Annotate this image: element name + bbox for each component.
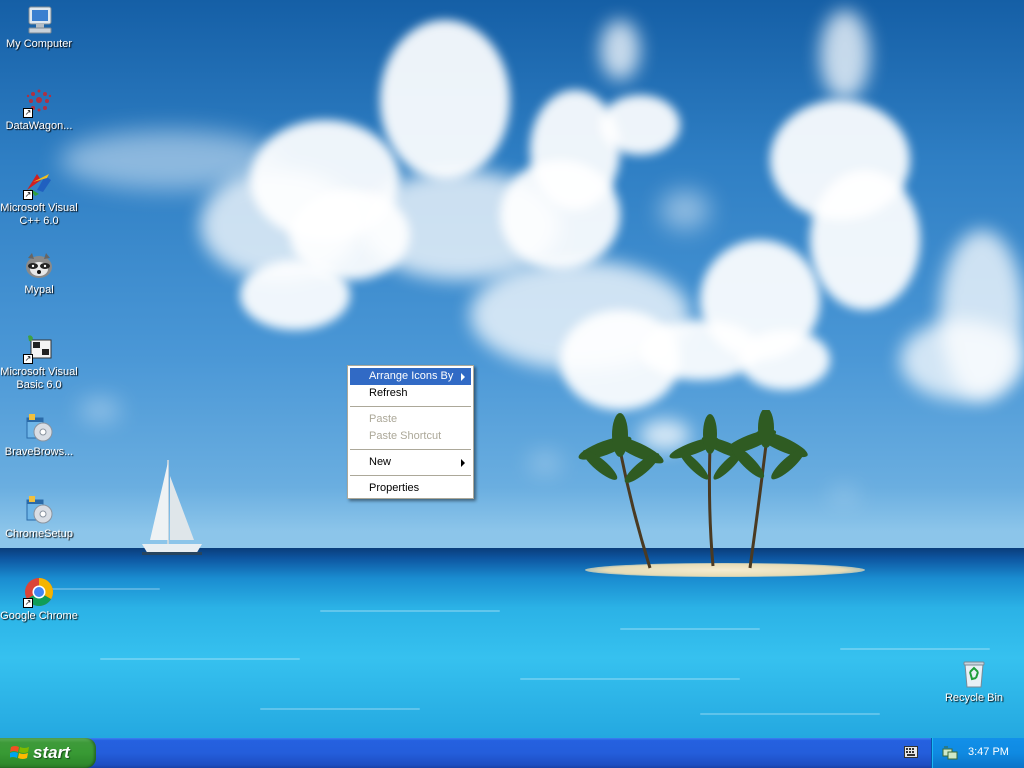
keyboard-language-icon[interactable] [904,746,918,758]
menu-item-paste-shortcut[interactable]: Paste Shortcut [350,428,471,445]
desktop-icon-label: Google Chrome [0,610,78,622]
palm-trees [578,410,808,569]
system-tray: 3:47 PM [931,738,1024,768]
menu-item-new[interactable]: New [350,454,471,471]
menu-item-properties[interactable]: Properties [350,480,471,497]
installer-icon [23,494,55,526]
desktop-icon-label: Mypal [24,284,54,296]
menu-item-label: Paste [369,413,398,425]
submenu-arrow-icon [461,459,465,467]
desktop-icon-label: My Computer [5,38,73,50]
desktop-icon-chromesetup[interactable]: ChromeSetup [0,494,78,541]
clock[interactable]: 3:47 PM [968,746,1009,758]
mypal-icon [23,250,55,282]
desktop-icon-label: Microsoft Visual Basic 6.0 [0,366,78,391]
desktop-wallpaper[interactable] [0,0,1024,738]
desktop-icon-google-chrome[interactable]: ↗ Google Chrome [0,576,78,623]
sea [0,548,1024,738]
menu-item-label: Arrange Icons By [369,370,454,382]
chrome-icon: ↗ [23,576,55,608]
shortcut-arrow-icon: ↗ [23,354,33,364]
start-button[interactable]: start [0,738,96,768]
desktop-icon-label: BraveBrows... [4,446,74,458]
shortcut-arrow-icon: ↗ [23,190,33,200]
menu-separator [350,475,471,476]
menu-item-label: Properties [369,482,420,494]
start-label: start [33,743,70,762]
desktop-icon-label: Microsoft Visual C++ 6.0 [0,202,78,227]
desktop-icon-label: Recycle Bin [944,692,1004,704]
shortcut-arrow-icon: ↗ [23,598,33,608]
submenu-arrow-icon [461,373,465,381]
menu-separator [350,449,471,450]
datawagon-icon: ↗ [23,86,55,118]
windows-logo-icon [10,746,29,759]
desktop-context-menu: Arrange Icons By Refresh Paste Paste Sho… [347,365,474,499]
desktop-icon-mypal[interactable]: Mypal [0,250,78,297]
visual-basic-icon: ↗ [23,332,55,364]
taskbar: start 3:47 PM [0,738,1024,768]
menu-item-paste[interactable]: Paste [350,411,471,428]
desktop-icon-my-computer[interactable]: My Computer [0,4,78,51]
menu-item-label: Refresh [369,387,408,399]
menu-separator [350,406,471,407]
desktop-icon-visual-basic[interactable]: ↗ Microsoft Visual Basic 6.0 [0,332,78,392]
network-icon[interactable] [942,745,958,761]
recycle-bin-icon [958,658,990,690]
my-computer-icon [23,4,55,36]
desktop-icon-label: DataWagon... [5,120,73,132]
desktop-icon-bravebrowser-setup[interactable]: BraveBrows... [0,412,78,459]
menu-item-label: Paste Shortcut [369,430,442,442]
menu-item-label: New [369,456,392,468]
desktop-icon-label: ChromeSetup [5,528,73,540]
menu-item-refresh[interactable]: Refresh [350,385,471,402]
sailboat [142,460,202,555]
desktop-icon-visual-cpp[interactable]: ↗ Microsoft Visual C++ 6.0 [0,168,78,228]
desktop-icon-datawagon[interactable]: ↗ DataWagon... [0,86,78,133]
desktop-icon-recycle-bin[interactable]: Recycle Bin [935,658,1013,705]
shortcut-arrow-icon: ↗ [23,108,33,118]
visual-cpp-icon: ↗ [23,168,55,200]
installer-icon [23,412,55,444]
menu-item-arrange-icons-by[interactable]: Arrange Icons By [350,368,471,385]
